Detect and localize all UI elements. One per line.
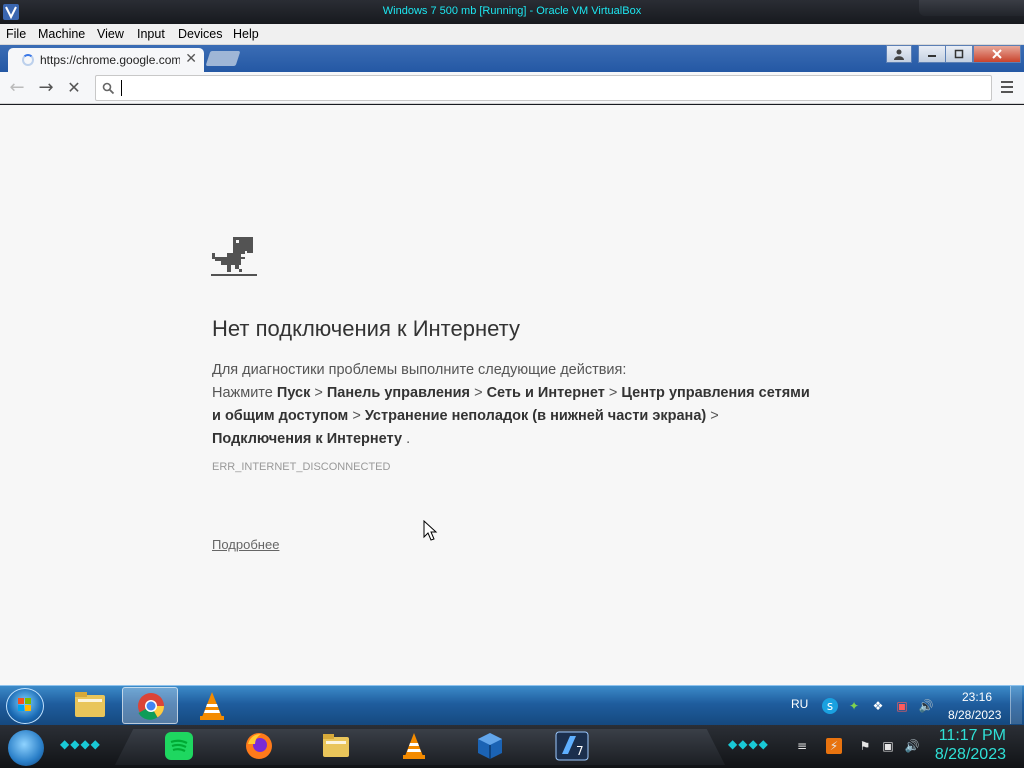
forward-icon[interactable]: → [36, 78, 56, 98]
mouse-cursor-icon [423, 520, 438, 541]
browser-tab-strip: https://chrome.google.com ✕ [0, 45, 1024, 72]
stop-loading-icon[interactable]: ✕ [64, 78, 84, 98]
back-icon[interactable]: ← [7, 78, 27, 98]
show-desktop-button[interactable] [1010, 686, 1022, 724]
app-tray-icon[interactable]: ⚡ [826, 738, 842, 754]
maximize-icon[interactable] [945, 45, 973, 63]
chrome-icon [138, 693, 165, 720]
address-bar[interactable] [95, 75, 992, 101]
step-separator: > [352, 408, 361, 424]
spotify-icon[interactable] [163, 730, 195, 762]
step-press: Нажмите [212, 385, 273, 401]
firefox-icon[interactable] [243, 730, 275, 762]
dock-decoration: ◆◆◆◆ [728, 737, 769, 751]
dock-decoration: ◆◆◆◆ [60, 737, 101, 751]
menu-view[interactable]: View [97, 27, 124, 41]
svg-text:7: 7 [576, 744, 584, 758]
host-dock: ◆◆◆◆ 7 ◆◆◆◆ ≡ ⚡ ⚑ ▣ 🔊 11:17 PM 8/28/2023 [0, 725, 1024, 768]
dropbox-icon[interactable]: ❖ [870, 698, 886, 714]
virtualbox-icon[interactable] [474, 730, 506, 762]
sync-icon[interactable]: ✦ [846, 698, 862, 714]
step-control-panel: Панель управления [326, 385, 471, 401]
vlc-icon [200, 692, 224, 720]
step-connections: Подключения к Интернету [212, 431, 403, 447]
error-steps: Нажмите Пуск > Панель управления > Сеть … [212, 382, 812, 451]
guest-taskbar: RU s ✦ ❖ ▣ 🔊 23:16 8/28/2023 [0, 685, 1024, 725]
tab-close-icon[interactable]: ✕ [185, 51, 197, 67]
step-end: . [406, 431, 411, 447]
step-start: Пуск [276, 385, 311, 401]
search-icon [102, 82, 115, 95]
menu-help[interactable]: Help [233, 27, 259, 41]
guest-clock-time[interactable]: 23:16 [962, 690, 992, 704]
error-title: Нет подключения к Интернету [212, 316, 520, 341]
step-separator: > [474, 385, 483, 401]
step-network: Сеть и Интернет [486, 385, 605, 401]
volume-icon[interactable]: 🔊 [904, 738, 920, 754]
network-icon[interactable]: ▣ [880, 738, 896, 754]
error-code: ERR_INTERNET_DISCONNECTED [212, 461, 391, 473]
step-separator: > [314, 385, 323, 401]
folder-icon[interactable] [320, 730, 352, 762]
action-center-flag-icon[interactable]: ⚑ [857, 738, 873, 754]
close-icon[interactable] [973, 45, 1021, 63]
error-page: Нет подключения к Интернету Для диагност… [0, 105, 1024, 685]
user-icon[interactable] [886, 45, 912, 63]
network-disconnected-icon[interactable]: ▣ [894, 698, 910, 714]
host-clock-date[interactable]: 8/28/2023 [935, 746, 1006, 764]
menu-machine[interactable]: Machine [38, 27, 85, 41]
minimize-icon[interactable] [918, 45, 946, 63]
guest-clock-date[interactable]: 8/28/2023 [948, 708, 1001, 722]
vlc-icon[interactable] [398, 730, 430, 762]
folder-icon [75, 692, 105, 717]
window-title: Windows 7 500 mb [Running] - Oracle VM V… [382, 5, 642, 17]
virtualbox-title-bar: Windows 7 500 mb [Running] - Oracle VM V… [0, 0, 1024, 24]
browser-toolbar: ← → ✕ [0, 72, 1024, 104]
menu-input[interactable]: Input [137, 27, 165, 41]
offline-dinosaur-icon [211, 237, 257, 276]
tab-title: https://chrome.google.com [40, 53, 180, 67]
host-clock-time[interactable]: 11:17 PM [939, 727, 1006, 745]
menu-devices[interactable]: Devices [178, 27, 222, 41]
skype-icon[interactable]: s [822, 698, 838, 714]
step-separator: > [608, 385, 618, 401]
volume-icon[interactable]: 🔊 [918, 698, 934, 714]
taskbar-chrome[interactable] [122, 687, 178, 724]
host-start-button[interactable] [8, 730, 44, 766]
taskbar-explorer[interactable] [62, 687, 118, 724]
virtualbox-menu-bar: File Machine View Input Devices Help [0, 24, 1024, 45]
text-caret [121, 80, 122, 96]
taskbar-vlc[interactable] [184, 687, 240, 724]
step-separator: > [710, 408, 719, 424]
windows7-vm-icon[interactable]: 7 [554, 730, 590, 762]
menu-hamburger-icon[interactable] [1000, 78, 1014, 98]
language-indicator[interactable]: RU [791, 697, 808, 711]
taskbar-stripes-icon[interactable]: ≡ [794, 738, 810, 754]
start-button[interactable] [6, 688, 44, 724]
menu-file[interactable]: File [6, 27, 26, 41]
new-tab-button[interactable] [205, 51, 241, 66]
more-details-link[interactable]: Подробнее [212, 537, 279, 552]
host-window-controls[interactable] [919, 0, 1024, 16]
windows-logo-icon [18, 698, 31, 711]
error-intro: Для диагностики проблемы выполните следу… [212, 362, 627, 378]
loading-spinner-icon [22, 54, 34, 66]
browser-tab[interactable]: https://chrome.google.com ✕ [8, 48, 204, 72]
error-instructions: Для диагностики проблемы выполните следу… [212, 359, 812, 451]
step-troubleshoot: Устранение неполадок (в нижней части экр… [364, 408, 707, 424]
